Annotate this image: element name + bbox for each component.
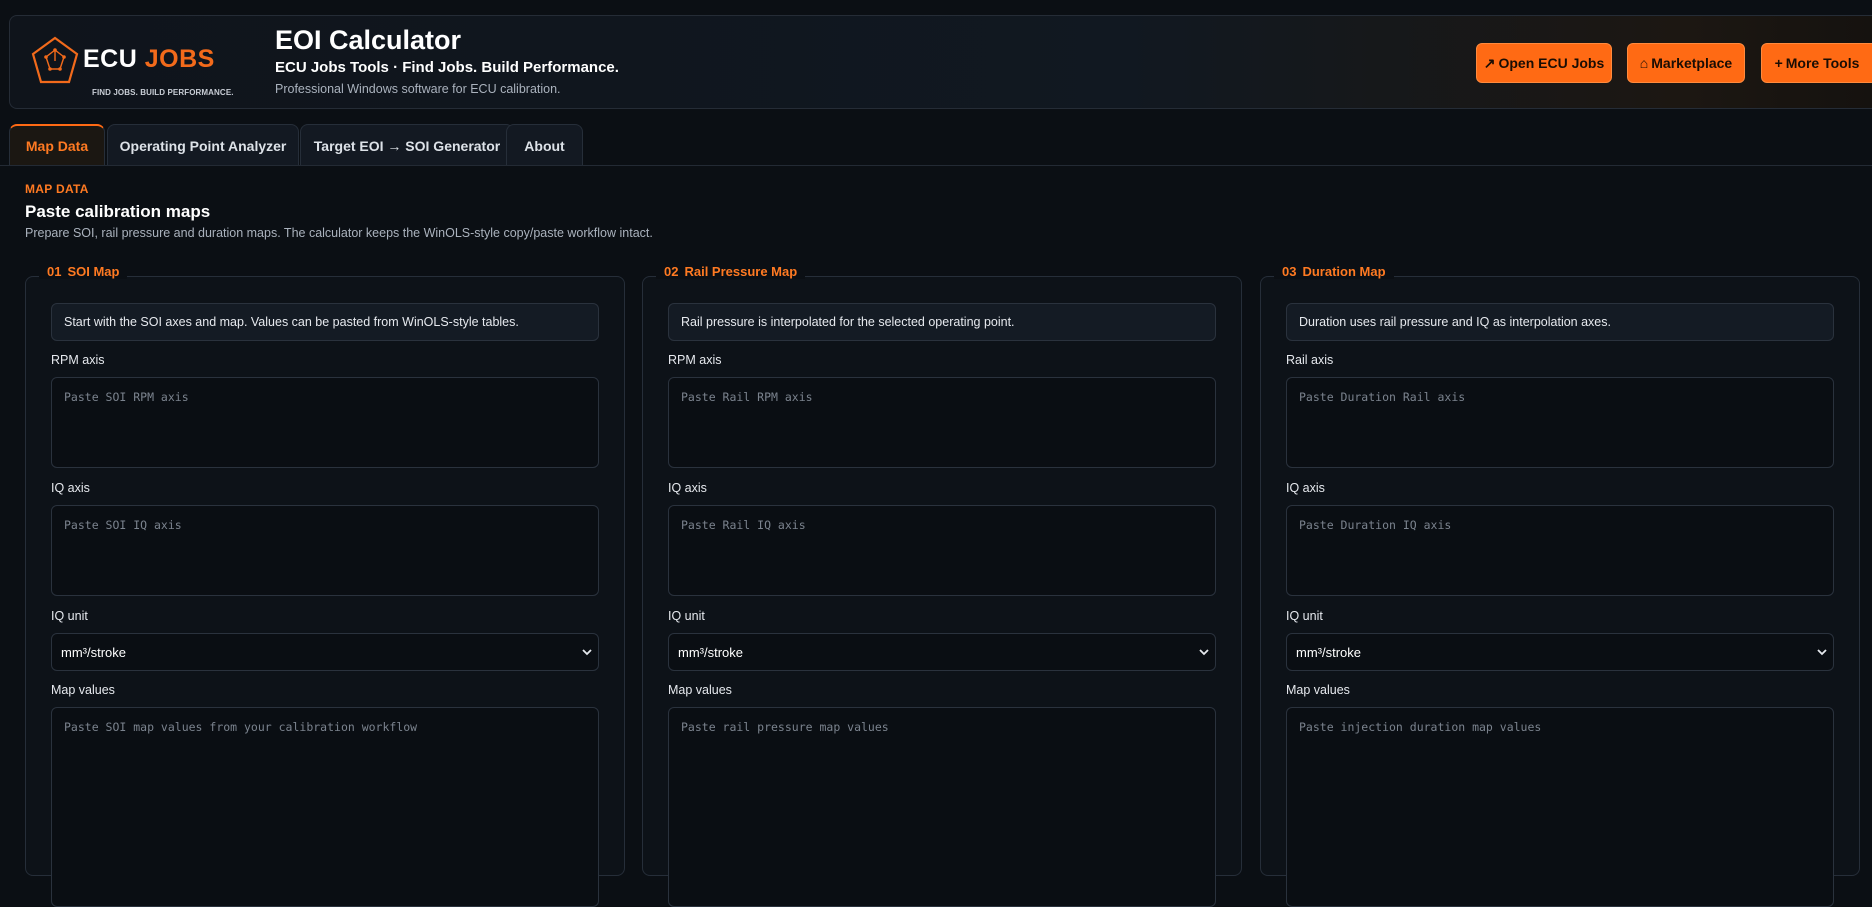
external-link-icon: ↗ [1483,54,1496,71]
soi-map-values-input[interactable] [51,707,599,907]
card-number: 01 [47,264,62,279]
card-legend: 01 SOI Map [39,264,128,279]
app-title: EOI Calculator [275,25,462,55]
logo-word-ecu: ECU [83,45,138,73]
rail-iq-axis-input[interactable] [668,505,1216,596]
logo-word-jobs: JOBS [144,45,215,73]
axis1-label: RPM axis [51,353,105,367]
iq-unit-label: IQ unit [1286,609,1323,623]
duration-iq-axis-input[interactable] [1286,505,1834,596]
tab-about[interactable]: About [506,124,583,166]
duration-map-card: 03 Duration Map Duration uses rail pressu… [1260,264,1860,907]
section-description: Prepare SOI, rail pressure and duration … [25,226,653,240]
app-subtitle: ECU Jobs Tools · Find Jobs. Build Perfor… [275,59,619,76]
chevron-down-icon [582,649,592,656]
card-legend: 02 Rail Pressure Map [656,264,806,279]
iq-unit-label: IQ unit [668,609,705,623]
card-info-box: Duration uses rail pressure and IQ as in… [1286,303,1834,341]
axis2-label: IQ axis [668,481,707,495]
axis2-label: IQ axis [1286,481,1325,495]
rail-pressure-map-card: 02 Rail Pressure Map Rail pressure is int… [642,264,1242,907]
rail-iq-unit-select[interactable]: mm³/stroke [668,633,1216,671]
axis1-label: Rail axis [1286,353,1334,367]
more-tools-label: More Tools [1785,55,1860,71]
tab-divider [0,165,1872,166]
chevron-down-icon [1817,649,1827,656]
card-legend: 03 Duration Map [1274,264,1394,279]
iq-unit-label: IQ unit [51,609,88,623]
card-number: 03 [1282,264,1297,279]
section-title: Paste calibration maps [25,202,211,221]
soi-iq-unit-select[interactable]: mm³/stroke [51,633,599,671]
duration-rail-axis-input[interactable] [1286,377,1834,468]
tab-map-data[interactable]: Map Data [9,124,105,166]
logo-wordmark: ECU JOBS [83,45,215,74]
app-description: Professional Windows software for ECU ca… [275,82,561,96]
axis1-label: RPM axis [668,353,722,367]
open-ecu-jobs-button[interactable]: ↗ Open ECU Jobs [1476,43,1612,83]
marketplace-label: Marketplace [1651,55,1733,71]
selected-unit: mm³/stroke [678,644,743,660]
chevron-down-icon [1199,649,1209,656]
map-values-label: Map values [668,683,732,697]
tab-operating-point-analyzer[interactable]: Operating Point Analyzer [107,124,299,166]
more-tools-button[interactable]: + More Tools [1761,43,1872,83]
tab-target-eoi-soi-generator[interactable]: Target EOI → SOI Generator [300,124,514,166]
ecu-jobs-logo: ECU JOBS FIND JOBS. BUILD PERFORMANCE. [31,36,233,97]
soi-rpm-axis-input[interactable] [51,377,599,468]
soi-map-card: 01 SOI Map Start with the SOI axes and ma… [25,264,625,907]
selected-unit: mm³/stroke [61,644,126,660]
home-icon: ⌂ [1639,55,1649,71]
duration-map-values-input[interactable] [1286,707,1834,907]
plus-icon: + [1774,55,1783,71]
pentagon-logo-icon [31,36,79,84]
duration-iq-unit-select[interactable]: mm³/stroke [1286,633,1834,671]
marketplace-button[interactable]: ⌂ Marketplace [1627,43,1745,83]
selected-unit: mm³/stroke [1296,644,1361,660]
open-ecu-jobs-label: Open ECU Jobs [1498,55,1605,71]
axis2-label: IQ axis [51,481,90,495]
soi-iq-axis-input[interactable] [51,505,599,596]
rail-rpm-axis-input[interactable] [668,377,1216,468]
card-info-box: Start with the SOI axes and map. Values … [51,303,599,341]
logo-tagline: FIND JOBS. BUILD PERFORMANCE. [92,88,234,97]
card-number: 02 [664,264,679,279]
card-title: Duration Map [1302,264,1386,279]
card-title: SOI Map [67,264,120,279]
map-values-label: Map values [1286,683,1350,697]
rail-map-values-input[interactable] [668,707,1216,907]
map-values-label: Map values [51,683,115,697]
card-title: Rail Pressure Map [684,264,798,279]
card-info-box: Rail pressure is interpolated for the se… [668,303,1216,341]
app-header: ECU JOBS FIND JOBS. BUILD PERFORMANCE. E… [9,15,1872,109]
section-kicker: MAP DATA [25,182,89,196]
